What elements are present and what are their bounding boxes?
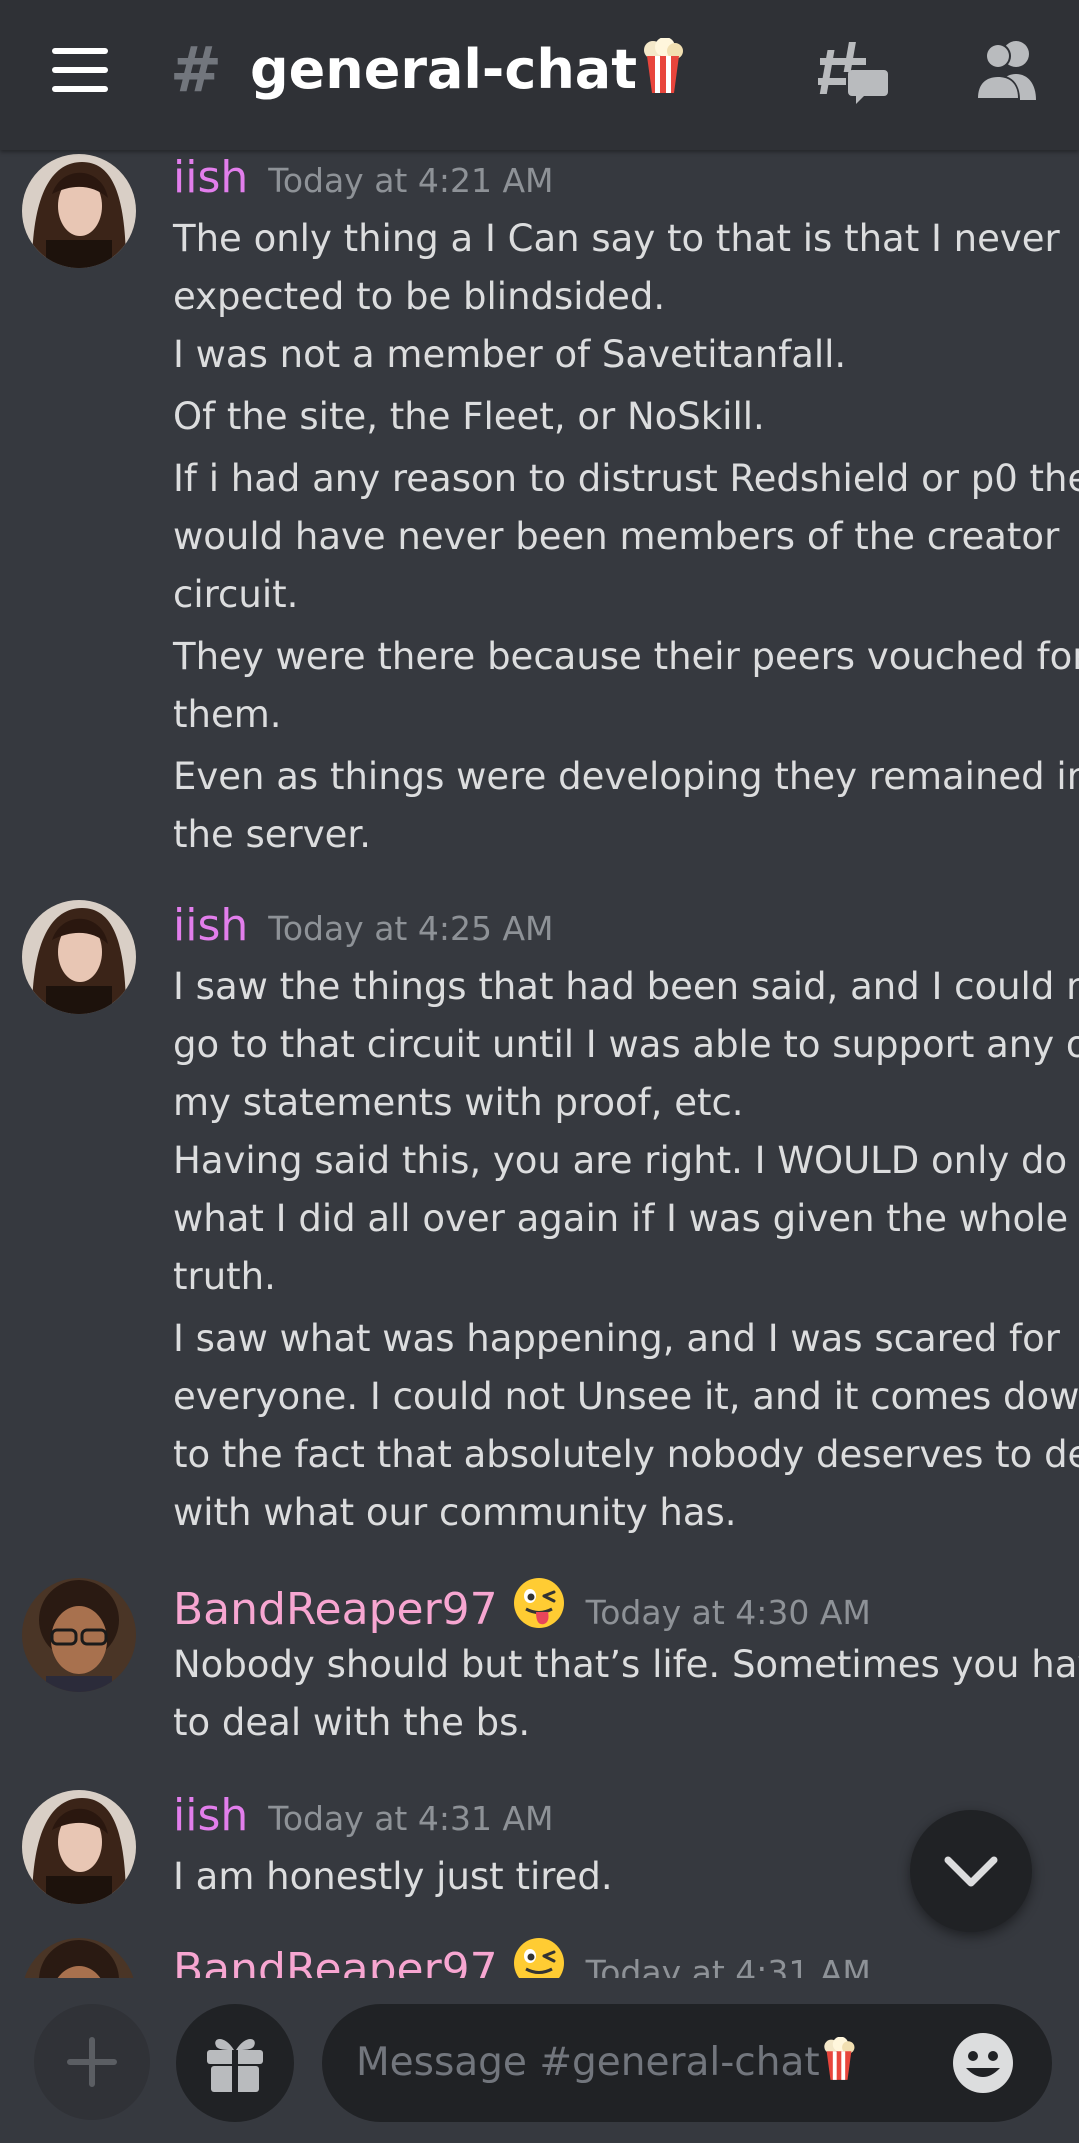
- message-list[interactable]: iish Today at 4:21 AM The only thing a I …: [0, 150, 1079, 1978]
- message-header: iish Today at 4:21 AM: [173, 150, 554, 209]
- message-line: Having said this, you are right. I WOULD…: [173, 1139, 1068, 1182]
- plus-icon: [67, 2037, 117, 2087]
- message-header: iish Today at 4:25 AM: [173, 898, 554, 957]
- message-line: expected to be blindsided.: [173, 275, 666, 318]
- avatar[interactable]: [22, 1578, 136, 1692]
- username[interactable]: iish: [173, 152, 248, 203]
- popcorn-icon: [823, 2036, 855, 2080]
- channel-hash-icon: #: [170, 33, 222, 106]
- timestamp: Today at 4:21 AM: [268, 161, 554, 200]
- avatar[interactable]: [22, 1790, 136, 1904]
- username[interactable]: BandReaper97: [173, 1584, 498, 1635]
- message-line: The only thing a I Can say to that is th…: [173, 217, 1060, 260]
- timestamp: Today at 4:31 AM: [268, 1799, 554, 1838]
- popcorn-icon: [644, 37, 684, 93]
- message-header: BandReaper97 Today at 4:30 AM: [173, 1576, 871, 1641]
- channel-name: general-chat: [250, 38, 638, 101]
- message-line: to the fact that absolutely nobody deser…: [173, 1433, 1079, 1476]
- message-content: I saw the things that had been said, and…: [173, 958, 1079, 1542]
- username[interactable]: iish: [173, 1790, 248, 1841]
- timestamp: Today at 4:30 AM: [585, 1593, 871, 1632]
- message-line: what I did all over again if I was given…: [173, 1197, 1069, 1240]
- timestamp: Today at 4:25 AM: [268, 909, 554, 948]
- timestamp: Today at 4:31 AM: [585, 1953, 871, 1978]
- members-icon[interactable]: [972, 38, 1044, 102]
- message-line: my statements with proof, etc.: [173, 1081, 744, 1124]
- message-line: Of the site, the Fleet, or NoSkill.: [173, 395, 765, 438]
- message-line: would have never been members of the cre…: [173, 515, 1060, 558]
- menu-icon[interactable]: [52, 48, 110, 92]
- message-input[interactable]: Message #general-chat: [322, 2004, 1052, 2122]
- chevron-down-icon: [944, 1856, 998, 1887]
- gift-icon: [207, 2039, 263, 2092]
- channel-header: # general-chat: [0, 0, 1079, 150]
- message-composer: Message #general-chat: [0, 1978, 1079, 2143]
- winking-tongue-emoji-icon: [513, 1578, 564, 1628]
- message-line: If i had any reason to distrust Redshiel…: [173, 457, 1079, 500]
- placeholder-text: Message #general-chat: [356, 2040, 820, 2085]
- jump-to-bottom-button[interactable]: [910, 1810, 1032, 1932]
- username[interactable]: iish: [173, 900, 248, 951]
- message-content: Nobody should but that’s life. Sometimes…: [173, 1636, 1079, 1752]
- avatar[interactable]: [22, 900, 136, 1014]
- message-line: Even as things were developing they rema…: [173, 755, 1079, 798]
- message-line: everyone. I could not Unsee it, and it c…: [173, 1375, 1079, 1418]
- message-line: them.: [173, 693, 282, 736]
- message-line: with what our community has.: [173, 1491, 737, 1534]
- attach-button[interactable]: [34, 2004, 150, 2120]
- message-line: to deal with the bs.: [173, 1701, 531, 1744]
- message-line: They were there because their peers vouc…: [173, 635, 1079, 678]
- channel-title[interactable]: general-chat: [250, 34, 685, 106]
- avatar[interactable]: [22, 154, 136, 268]
- emoji-picker-icon[interactable]: [950, 2030, 1016, 2096]
- message-line: Nobody should but that’s life. Sometimes…: [173, 1643, 1079, 1686]
- message-header: BandReaper97 Today at 4:31 AM: [173, 1936, 871, 1978]
- message-line: I was not a member of Savetitanfall.: [173, 333, 847, 376]
- avatar[interactable]: [22, 1938, 136, 1978]
- message-placeholder: Message #general-chat: [356, 2034, 856, 2092]
- message-line: the server.: [173, 813, 371, 856]
- message-content: The only thing a I Can say to that is th…: [173, 210, 1079, 864]
- winking-tongue-emoji-icon: [513, 1938, 564, 1978]
- gift-button[interactable]: [176, 2004, 294, 2122]
- threads-icon[interactable]: [818, 36, 890, 108]
- message-line: I saw what was happening, and I was scar…: [173, 1317, 1060, 1360]
- username[interactable]: BandReaper97: [173, 1944, 498, 1978]
- message-line: I saw the things that had been said, and…: [173, 965, 1079, 1008]
- message-line: truth.: [173, 1255, 276, 1298]
- message-line: circuit.: [173, 573, 299, 616]
- message-line: go to that circuit until I was able to s…: [173, 1023, 1079, 1066]
- message-header: iish Today at 4:31 AM: [173, 1788, 554, 1847]
